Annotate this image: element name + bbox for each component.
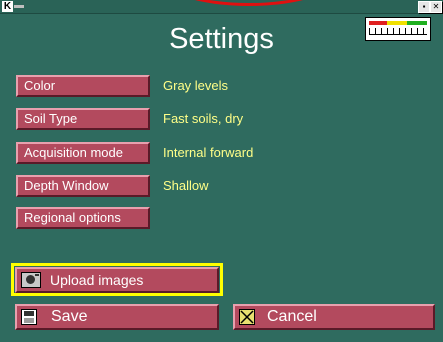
acquisition-mode-value: Internal forward: [163, 145, 254, 160]
close-window-button[interactable]: ✕: [430, 1, 442, 13]
camera-icon: [21, 272, 41, 288]
upload-images-button[interactable]: Upload images: [15, 267, 219, 293]
color-value: Gray levels: [163, 78, 229, 93]
floppy-disk-icon: [21, 309, 37, 325]
cancel-label: Cancel: [267, 308, 317, 325]
app-logo-icon: K: [2, 1, 13, 12]
upload-images-label: Upload images: [50, 272, 144, 288]
depth-window-button[interactable]: Depth Window: [16, 175, 150, 197]
regional-options-button[interactable]: Regional options: [16, 207, 150, 229]
save-label: Save: [51, 308, 88, 325]
cancel-button[interactable]: Cancel: [233, 304, 435, 330]
cancel-x-icon: [239, 309, 255, 325]
save-button[interactable]: Save: [15, 304, 219, 330]
depth-window-value: Shallow: [163, 178, 209, 193]
minimize-button[interactable]: ▪: [418, 1, 430, 13]
color-button[interactable]: Color: [16, 75, 150, 97]
window-title-placeholder: [14, 5, 24, 8]
acquisition-mode-button[interactable]: Acquisition mode: [16, 142, 150, 164]
soil-type-value: Fast soils, dry: [163, 111, 244, 126]
soil-type-button[interactable]: Soil Type: [16, 108, 150, 130]
page-title: Settings: [169, 23, 274, 55]
